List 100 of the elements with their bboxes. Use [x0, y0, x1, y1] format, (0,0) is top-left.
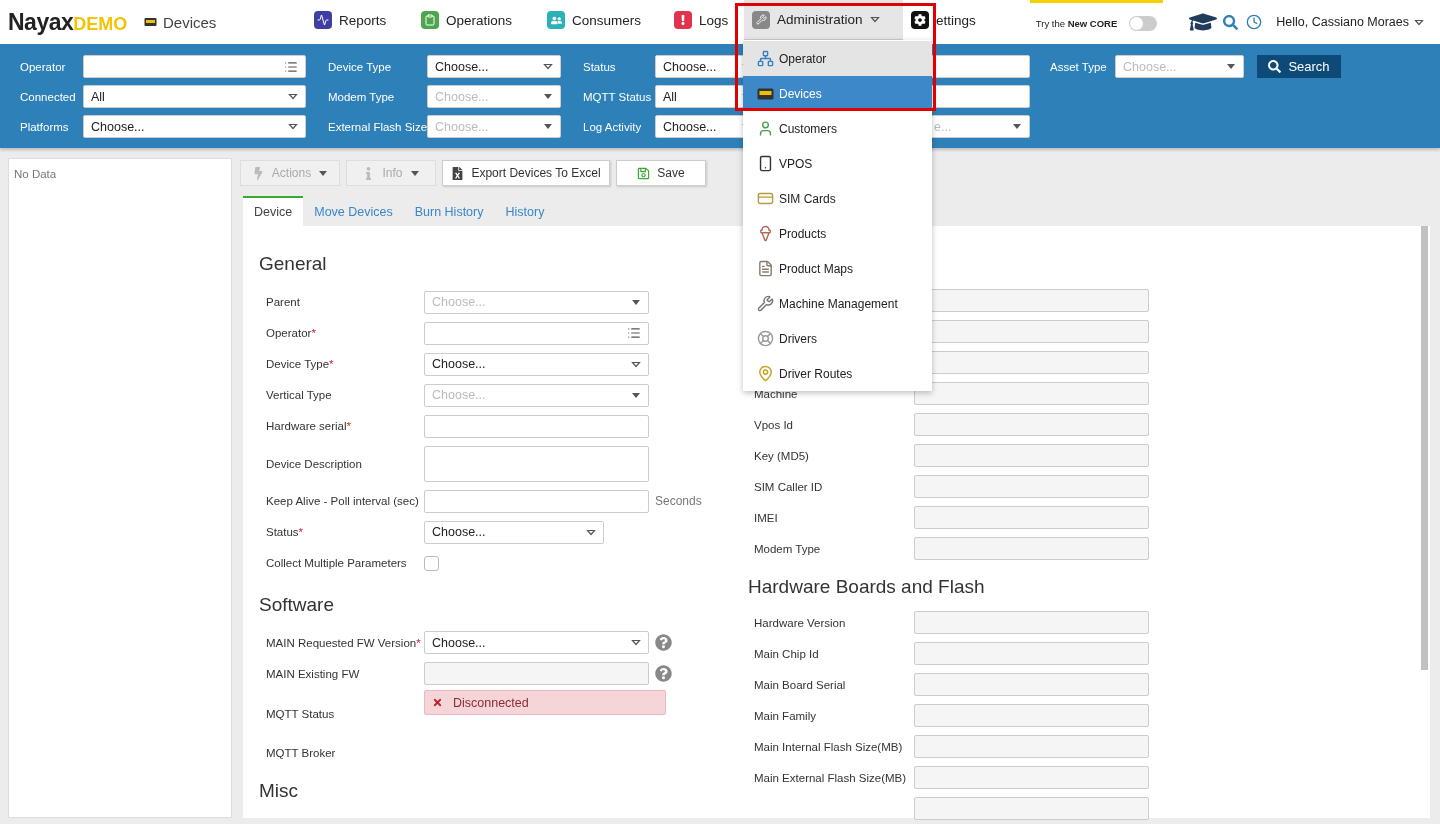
section-heading: General	[259, 251, 328, 276]
search-icon[interactable]	[1223, 14, 1239, 30]
filter-label: Status	[583, 60, 617, 73]
menu-item[interactable]: Operator	[743, 41, 932, 76]
field-label: IMEI	[754, 511, 778, 524]
tab[interactable]: Device	[243, 196, 304, 226]
field-label: Status*	[266, 526, 304, 539]
textarea-field[interactable]	[424, 445, 649, 482]
filter-label: Device Type	[328, 60, 393, 73]
field-label: Vertical Type	[266, 389, 332, 402]
checkbox[interactable]	[424, 555, 439, 571]
field-label: Main External Flash Size(MB)	[754, 771, 907, 784]
field-label: MAIN Requested FW Version*	[266, 636, 421, 649]
select-field[interactable]: Choose...	[83, 115, 306, 138]
caret-icon	[869, 16, 880, 23]
filter-label: Operator	[20, 60, 67, 73]
section-heading: Software	[259, 592, 335, 617]
field-label: Main Board Serial	[754, 678, 846, 691]
card-icon	[757, 190, 774, 207]
menu-item[interactable]: Customers	[743, 111, 932, 146]
text-field[interactable]	[424, 414, 649, 438]
map-pin-icon	[757, 365, 774, 382]
network-icon	[757, 50, 774, 67]
nav-item[interactable]: Reports	[306, 0, 413, 40]
select-field[interactable]: Choose...	[424, 631, 649, 655]
operator-field[interactable]	[424, 321, 649, 345]
field-label: SIM Caller ID	[754, 480, 823, 493]
field-label: Key (MD5)	[754, 449, 809, 462]
list-icon	[627, 326, 641, 341]
nav-item[interactable]: Operations	[413, 0, 539, 40]
caret-icon	[318, 169, 329, 177]
menu-item[interactable]: VPOS	[743, 146, 932, 181]
try-core-label: Try the New CORE	[1035, 18, 1118, 29]
page-title: Devices	[163, 13, 217, 31]
toolbar-button[interactable]: Export Devices To Excel	[442, 160, 610, 186]
ice-cream-icon	[757, 225, 774, 242]
select-field[interactable]: Choose...	[427, 55, 561, 78]
filter-label: Log Activity	[583, 120, 643, 133]
field-label: Device Description	[266, 457, 362, 470]
select-field[interactable]: Choose...	[424, 352, 649, 376]
save-icon	[637, 166, 651, 180]
logo: NayaxDEMO	[8, 8, 129, 36]
document-icon	[757, 260, 774, 277]
caret-icon	[631, 639, 641, 647]
caret-icon	[1012, 123, 1022, 130]
select-field[interactable]: All	[83, 85, 306, 108]
nav-item[interactable]: ettings	[903, 0, 983, 40]
phone-icon	[757, 155, 774, 172]
field-label: Vpos Id	[754, 418, 793, 431]
field-label: MAIN Existing FW	[266, 667, 360, 680]
nav-item[interactable]: Logs	[666, 0, 744, 40]
caret-icon	[409, 169, 420, 177]
toolbar-button[interactable]: Save	[616, 160, 706, 186]
empty-message: No Data	[14, 168, 57, 180]
filter-label: Connected	[20, 90, 77, 103]
nav-item[interactable]: Administration	[744, 0, 903, 40]
spreadsheet-icon	[451, 166, 465, 180]
text-field[interactable]	[424, 489, 649, 513]
filter-label: Modem Type	[328, 90, 396, 103]
help-icon[interactable]	[655, 634, 672, 652]
person-icon	[757, 120, 774, 137]
reports-icon	[314, 11, 332, 29]
field-label: Parent	[266, 296, 300, 309]
menu-item[interactable]: Product Maps	[743, 251, 932, 286]
list-icon	[284, 59, 298, 74]
status-alert: Disconnected	[424, 690, 666, 716]
menu-item[interactable]: Drivers	[743, 321, 932, 356]
consumers-icon	[547, 11, 565, 29]
menu-item[interactable]: SIM Cards	[743, 181, 932, 216]
close-icon	[432, 697, 443, 709]
caret-icon	[288, 93, 298, 100]
menu-item[interactable]: Driver Routes	[743, 356, 932, 391]
filter-label: Asset Type	[1050, 60, 1108, 73]
select-field[interactable]: Choose...	[424, 520, 604, 544]
caret-icon	[631, 360, 641, 368]
toggle-switch[interactable]	[1129, 16, 1158, 31]
bolt-icon	[251, 166, 265, 180]
caret-icon	[631, 298, 641, 306]
search-button[interactable]: Search	[1257, 55, 1341, 78]
wheel-icon	[757, 330, 774, 347]
filter-label: External Flash Size	[328, 120, 427, 133]
caret-icon	[543, 63, 553, 70]
help-icon[interactable]	[655, 665, 672, 683]
field-label: Modem Type	[754, 542, 821, 555]
caret-icon	[543, 123, 553, 130]
caret-icon	[543, 93, 553, 100]
operator-field[interactable]	[83, 55, 306, 78]
field-label: Operator*	[266, 327, 316, 340]
clock-icon[interactable]	[1246, 14, 1263, 30]
nav-item[interactable]: Consumers	[539, 0, 666, 40]
caret-icon	[1414, 18, 1424, 26]
menu-item[interactable]: Machine Management	[743, 286, 932, 321]
section-heading: Hardware Boards and Flash	[748, 576, 986, 598]
user-menu[interactable]: Hello, Cassiano Moraes	[1276, 15, 1424, 29]
filter-label: Platforms	[20, 120, 70, 133]
search-icon	[1268, 60, 1282, 73]
filter-label: MQTT Status	[583, 90, 653, 103]
field-label: Main Chip Id	[754, 647, 819, 660]
menu-item[interactable]: Products	[743, 216, 932, 251]
field-label: Collect Multiple Parameters	[266, 557, 407, 570]
